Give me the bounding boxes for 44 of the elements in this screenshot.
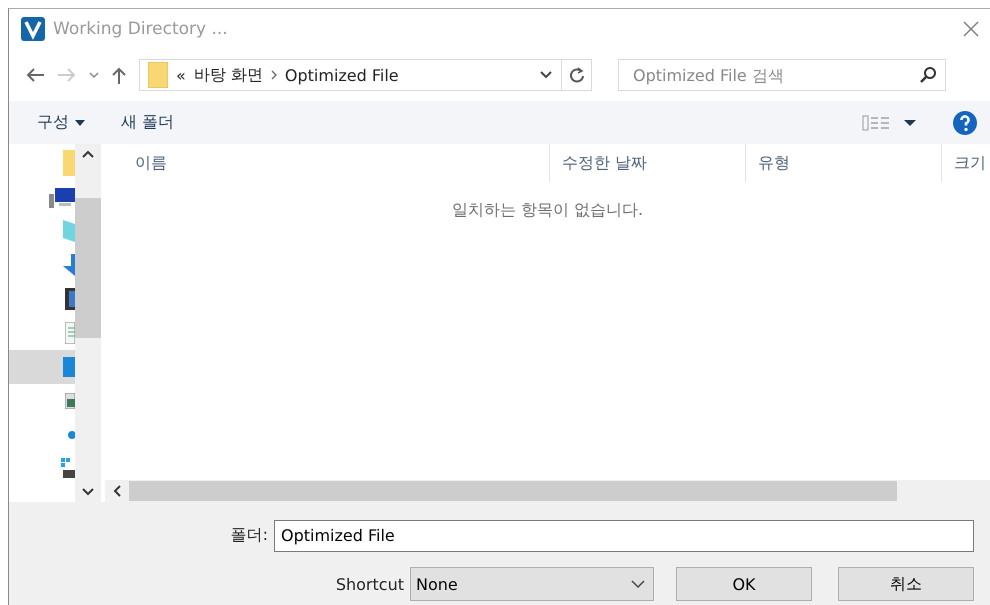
drive-icon (61, 458, 75, 480)
column-header[interactable]: 이름 (105, 144, 549, 182)
search-icon (919, 66, 937, 84)
refresh-icon[interactable] (568, 67, 584, 83)
folder-name-field[interactable]: Optimized File (274, 520, 974, 552)
close-icon[interactable] (962, 20, 980, 38)
view-list-icon[interactable] (862, 114, 890, 130)
up-arrow-icon[interactable] (111, 66, 127, 84)
column-header[interactable]: 유형 (745, 144, 941, 182)
computer-icon (49, 186, 75, 208)
scrollbar-thumb[interactable] (75, 198, 101, 338)
caret-down-icon (75, 120, 85, 126)
shortcut-label: Shortcut (336, 574, 404, 594)
shortcut-dropdown[interactable]: None (410, 567, 654, 602)
folder-icon (63, 150, 75, 176)
back-arrow-icon[interactable] (25, 67, 45, 83)
ok-button[interactable]: OK (676, 567, 812, 602)
breadcrumb-overflow[interactable]: « (176, 66, 186, 84)
folder-icon (148, 62, 168, 88)
scrollbar-thumb[interactable] (129, 481, 897, 501)
app-logo-icon (21, 17, 45, 41)
folder-label: 폴더: (230, 525, 268, 546)
help-icon[interactable] (952, 110, 978, 136)
scroll-left-icon[interactable] (113, 485, 121, 497)
breadcrumb-item[interactable]: Optimized File (284, 66, 399, 84)
image-icon (65, 393, 75, 409)
new-folder-button[interactable]: 새 폴더 (121, 112, 174, 133)
chevron-right-icon (270, 70, 277, 80)
film-icon (65, 288, 75, 310)
organize-menu-button[interactable]: 구성 (37, 112, 85, 133)
chevron-down-icon[interactable] (539, 70, 553, 80)
column-header[interactable]: 크기 (941, 144, 990, 182)
search-field[interactable]: Optimized File 검색 (618, 59, 946, 91)
cancel-button[interactable]: 취소 (838, 567, 974, 602)
empty-message: 일치하는 항목이 없습니다. (452, 200, 644, 219)
breadcrumb-item[interactable]: 바탕 화면 (194, 64, 263, 86)
caret-down-icon[interactable] (904, 120, 916, 126)
scroll-down-icon[interactable] (82, 488, 94, 496)
column-header[interactable]: 수정한 날짜 (549, 144, 745, 182)
chevron-down-icon (631, 580, 645, 588)
scroll-up-icon[interactable] (82, 150, 94, 158)
cloud-icon (67, 431, 75, 439)
desktop-icon (63, 357, 75, 377)
window-title: Working Directory ... (53, 19, 229, 39)
